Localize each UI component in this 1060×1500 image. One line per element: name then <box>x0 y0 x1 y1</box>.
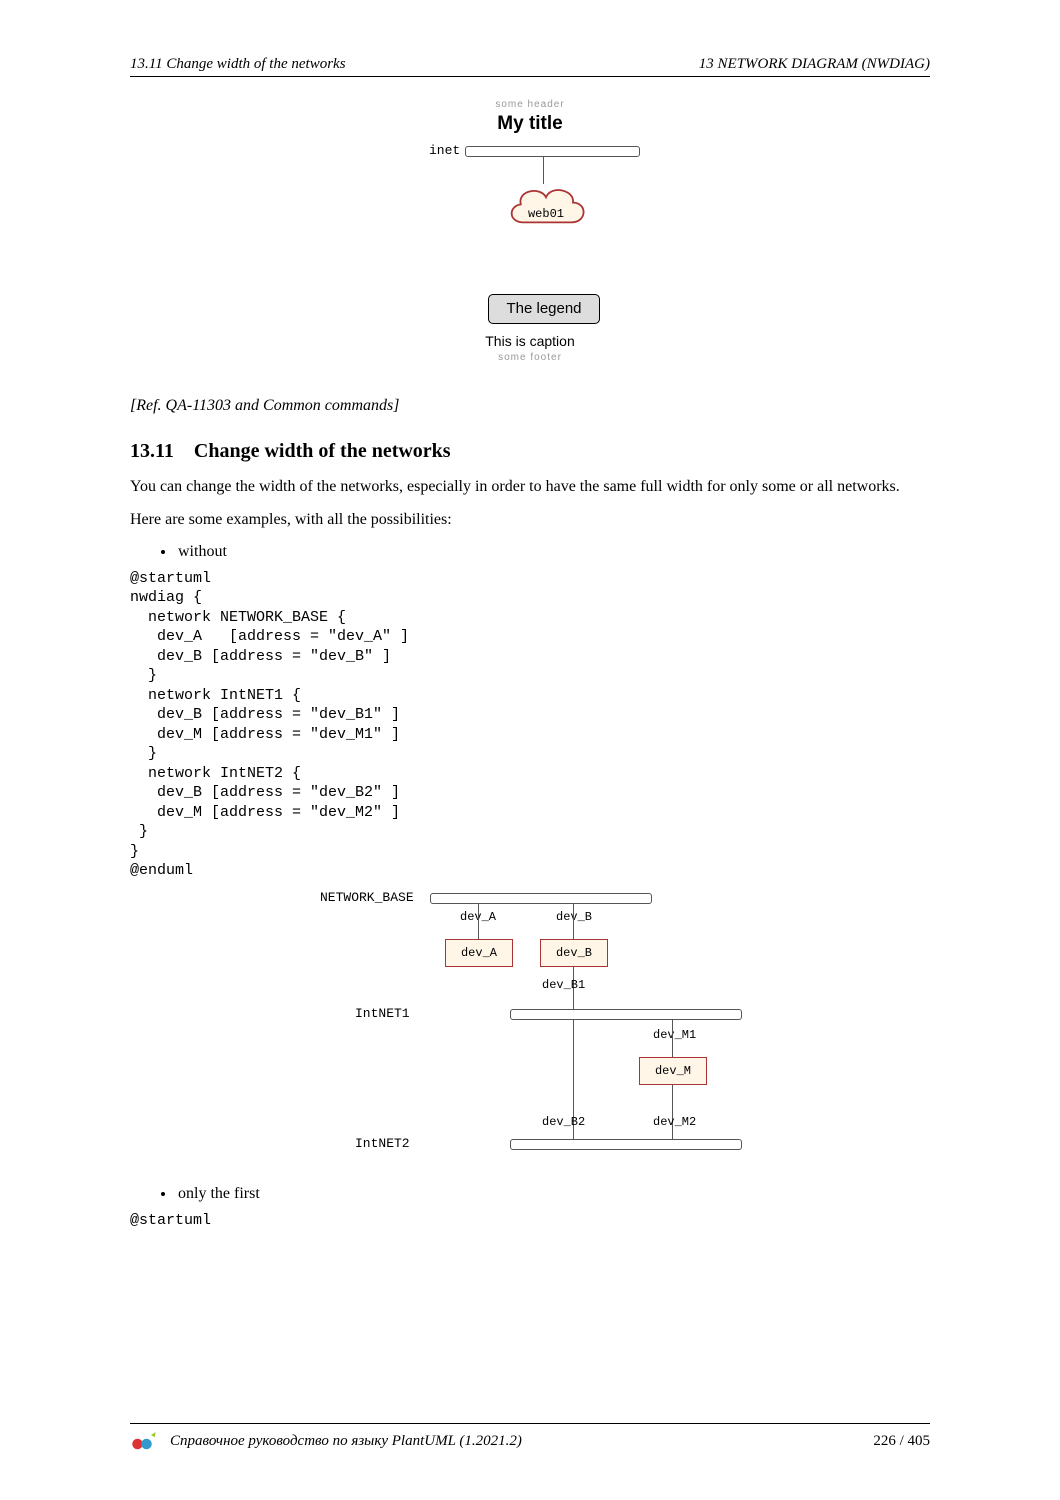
network-label-intnet2: IntNET2 <box>355 1136 410 1151</box>
section-heading: 13.11 Change width of the networks <box>130 440 930 463</box>
cloud-node: web01 <box>501 179 591 237</box>
node-dev-a: dev_A <box>445 939 513 967</box>
list-item: without <box>176 543 930 561</box>
cloud-label: web01 <box>501 207 591 221</box>
bullet-list: only the first <box>130 1185 930 1203</box>
section-title: Change width of the networks <box>194 440 451 462</box>
footer-left: Справочное руководство по языку PlantUML… <box>130 1430 522 1452</box>
page-footer: Справочное руководство по языку PlantUML… <box>130 1423 930 1452</box>
network-bar <box>510 1139 742 1150</box>
node-dev-b: dev_B <box>540 939 608 967</box>
running-header: 13.11 Change width of the networks 13 NE… <box>130 56 930 77</box>
network-bar <box>430 893 652 904</box>
list-item: only the first <box>176 1185 930 1203</box>
connector-line <box>478 903 479 939</box>
diagram-nwdiag-title-legend: some header My title inet web01 The lege… <box>425 99 635 389</box>
diagram-title-text: My title <box>425 113 635 135</box>
network-bar <box>510 1009 742 1020</box>
connector-line <box>672 1019 673 1057</box>
runhead-left: 13.11 Change width of the networks <box>130 56 346 73</box>
legend-box: The legend <box>488 294 600 324</box>
section-paragraph: Here are some examples, with all the pos… <box>130 510 930 531</box>
network-label-base: NETWORK_BASE <box>320 890 414 905</box>
network-bar <box>465 146 640 157</box>
section-paragraph: You can change the width of the networks… <box>130 477 930 498</box>
diagram-footer-text: some footer <box>425 352 635 363</box>
connector-line <box>573 903 574 939</box>
runhead-right: 13 NETWORK DIAGRAM (NWDIAG) <box>699 56 930 73</box>
code-block: @startuml nwdiag { network NETWORK_BASE … <box>130 569 930 881</box>
address-label: dev_B <box>556 910 592 924</box>
node-dev-m: dev_M <box>639 1057 707 1085</box>
diagram-header-text: some header <box>425 99 635 110</box>
diagram-caption: This is caption <box>425 333 635 349</box>
connector-line <box>672 1085 673 1139</box>
network-label-inet: inet <box>429 143 460 158</box>
bullet-list: without <box>130 543 930 561</box>
footer-title: Справочное руководство по языку PlantUML… <box>170 1433 522 1450</box>
address-label: dev_M1 <box>653 1028 696 1042</box>
address-label: dev_M2 <box>653 1115 696 1129</box>
diagram-nwdiag-three-networks: NETWORK_BASE dev_A dev_B dev_A dev_B dev… <box>320 889 740 1179</box>
page-number: 226 / 405 <box>873 1433 930 1450</box>
address-label: dev_B2 <box>542 1115 585 1129</box>
network-label-intnet1: IntNET1 <box>355 1006 410 1021</box>
address-label: dev_B1 <box>542 978 585 992</box>
reference-note: [Ref. QA-11303 and Common commands] <box>130 397 930 415</box>
plantuml-logo-icon <box>130 1430 160 1452</box>
code-block: @startuml <box>130 1211 930 1231</box>
section-number: 13.11 <box>130 440 174 462</box>
